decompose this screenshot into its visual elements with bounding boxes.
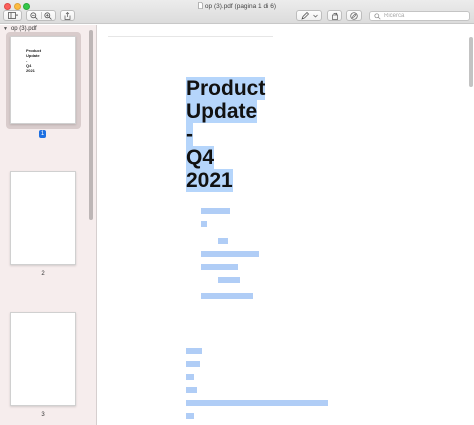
zoom-in-button[interactable] (41, 11, 55, 20)
disclosure-triangle-icon[interactable]: ▼ (3, 26, 8, 32)
chevron-down-icon (312, 14, 318, 17)
selected-text-block (186, 400, 328, 406)
selected-text-block (201, 221, 207, 227)
title-bar: op (3).pdf (pagina 1 di 6) (0, 0, 474, 24)
share-icon (64, 11, 71, 20)
page-number-badge-1: 1 (39, 130, 46, 138)
thumbnail-text: 2021 (26, 68, 35, 73)
page-number-2: 2 (41, 271, 45, 277)
document-title-line: Update (186, 100, 258, 123)
selected-text-block (186, 361, 200, 367)
zoom-in-icon (44, 11, 52, 20)
selected-text-block (186, 387, 197, 393)
document-title-line: Product (186, 77, 266, 100)
page-thumbnail-1[interactable]: Product Update - Q4 2021 (10, 36, 76, 124)
selected-text-block (186, 413, 194, 419)
sidebar-scrollbar[interactable] (89, 30, 93, 220)
page-thumbnail-3[interactable] (10, 312, 76, 406)
selected-text-block (218, 277, 240, 283)
preview-window: op (3).pdf (pagina 1 di 6) Ricerca ▼ op … (0, 0, 474, 425)
search-field[interactable] (369, 11, 470, 21)
document-title-line: Q4 (186, 146, 215, 169)
window-title: op (3).pdf (pagina 1 di 6) (0, 2, 474, 10)
rotate-icon (331, 12, 338, 20)
thumbnail-sidebar: ▼ op (3).pdf Product Update - Q4 2021 1 2… (0, 25, 97, 425)
pen-icon (300, 11, 309, 20)
sidebar-toggle-button[interactable] (3, 10, 22, 21)
sidebar-icon (7, 12, 18, 19)
markup-pen-button[interactable] (296, 10, 322, 21)
page-thumbnail-2[interactable] (10, 171, 76, 265)
selected-text-block (201, 251, 259, 257)
share-button[interactable] (60, 10, 75, 21)
selected-text-block (186, 348, 202, 354)
window-title-text: op (3).pdf (pagina 1 di 6) (204, 3, 277, 10)
selected-text-block (186, 374, 194, 380)
thumbnail-text: Update (26, 53, 40, 58)
segment-divider (41, 12, 42, 19)
page-edge (108, 36, 273, 37)
selected-text-block (201, 293, 253, 299)
markup-icon (350, 11, 358, 20)
markup-toolbar-button[interactable] (346, 10, 362, 21)
selected-text-block (218, 238, 228, 244)
document-scrollbar[interactable] (469, 37, 473, 87)
page-number-3: 3 (41, 412, 45, 418)
document-title-line: - (186, 123, 193, 146)
zoom-out-icon (30, 11, 38, 20)
document-view[interactable]: Product Update - Q4 2021 (98, 25, 474, 425)
selected-text-block (201, 208, 230, 214)
rotate-button[interactable] (327, 10, 342, 21)
search-input[interactable] (384, 13, 464, 19)
search-icon (374, 12, 381, 20)
zoom-out-button[interactable] (27, 11, 41, 20)
document-title-line: 2021 (186, 169, 233, 192)
selected-text-block (201, 264, 238, 270)
zoom-control (26, 10, 56, 21)
pdf-file-icon (198, 2, 203, 9)
